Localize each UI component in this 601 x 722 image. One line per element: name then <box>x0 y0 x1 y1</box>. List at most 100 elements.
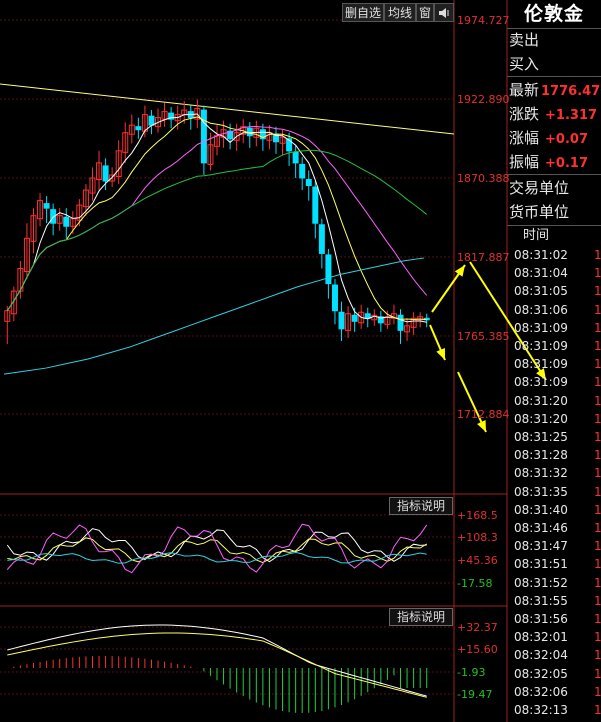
tick-time: 08:31:32 <box>514 466 568 481</box>
kdj-axis-label: +45.36 <box>457 554 498 567</box>
tick-time: 08:32:06 <box>514 684 568 699</box>
tick-price: 17 <box>594 648 601 663</box>
change-value: +1.317 <box>545 108 598 123</box>
macd-axis-label: +32.37 <box>457 621 498 634</box>
tick-price: 17 <box>594 703 601 717</box>
kdj-axis-label: +108.3 <box>457 531 498 544</box>
buy-label: 买入 <box>509 55 540 73</box>
tick-time: 08:32:13 <box>514 703 568 717</box>
tick-time: 08:31:52 <box>514 575 568 590</box>
tick-time: 08:32:05 <box>514 666 568 681</box>
arrow-head <box>454 265 465 277</box>
tick-price: 17 <box>594 448 601 463</box>
tick-time: 08:31:04 <box>514 266 568 281</box>
moving-average-button[interactable]: 均线 <box>384 3 416 22</box>
price-axis-label: 1817.887 <box>457 251 510 264</box>
latest-value: 1776.470 <box>541 84 601 99</box>
macd-indicator-info-button[interactable]: 指标说明 <box>389 608 453 626</box>
tick-price: 17 <box>594 484 601 499</box>
tick-price: 17 <box>594 684 601 699</box>
macd-axis-label: +15.60 <box>457 643 498 656</box>
tick-time: 08:31:55 <box>514 593 568 608</box>
tick-time: 08:31:09 <box>514 320 568 335</box>
tick-time: 08:31:47 <box>514 539 568 554</box>
speaker-icon[interactable] <box>434 3 454 22</box>
currency-unit-label: 货币单位 <box>509 203 570 221</box>
tick-time: 08:31:05 <box>514 284 568 299</box>
candle-body <box>305 178 312 187</box>
price-axis-label: 1922.890 <box>457 93 510 106</box>
tick-time: 08:31:40 <box>514 502 568 517</box>
candle-body <box>397 314 404 331</box>
macd-indicator <box>7 624 428 713</box>
tick-time: 08:31:06 <box>514 302 568 317</box>
change-row: 涨跌 +1.317 <box>509 105 598 123</box>
tick-price: 17 <box>594 466 601 481</box>
tick-time: 08:31:20 <box>514 393 568 408</box>
tick-price: 17 <box>594 320 601 335</box>
tick-time: 08:31:25 <box>514 430 568 444</box>
tick-time: 08:31:56 <box>514 612 568 626</box>
tick-price: 17 <box>594 302 601 317</box>
tick-price: 17 <box>594 666 601 681</box>
candle-body <box>135 126 142 131</box>
candle-body <box>246 127 253 137</box>
candle-body <box>338 311 345 330</box>
tick-price: 17 <box>594 339 601 353</box>
macd-axis-label: -19.47 <box>457 688 493 701</box>
candle-body <box>331 284 338 312</box>
tick-price: 17 <box>594 521 601 535</box>
macd-axis-label: -1.93 <box>457 666 486 679</box>
pct-row: 涨幅 +0.07 <box>509 129 588 147</box>
pct-value: +0.07 <box>545 132 588 147</box>
candle-body <box>148 115 155 126</box>
candle-body <box>200 109 207 164</box>
tick-price: 17 <box>594 411 601 426</box>
macd-dif-line <box>7 624 427 697</box>
kdj-indicator-info-button[interactable]: 指标说明 <box>389 497 453 515</box>
candle-body <box>292 151 299 164</box>
tick-price: 17 <box>594 539 601 554</box>
tick-price: 17 <box>594 248 601 262</box>
tick-time: 08:31:35 <box>514 484 568 499</box>
quote-side-panel: 伦敦金 卖出 买入 最新1776.470 涨跌+1.317 涨幅+0.07 振幅… <box>507 0 601 722</box>
kdj-indicator <box>6 523 428 574</box>
candle-body <box>318 224 325 254</box>
trade-unit-label: 交易单位 <box>509 179 570 197</box>
tick-price: 17 <box>594 266 601 281</box>
amplitude-value: +0.17 <box>545 156 588 171</box>
tick-price: 17 <box>594 575 601 590</box>
sell-label: 卖出 <box>509 31 540 49</box>
tick-time: 08:31:28 <box>514 448 568 463</box>
tick-time: 08:31:02 <box>514 248 568 262</box>
tick-price: 17 <box>594 393 601 408</box>
candle-body <box>325 254 332 285</box>
latest-row: 最新1776.470 <box>509 78 601 102</box>
macd-dea-line <box>7 632 427 698</box>
tick-time: 08:31:09 <box>514 339 568 353</box>
tick-time: 08:31:51 <box>514 557 568 572</box>
tick-price: 17 <box>594 284 601 299</box>
kdj-d-line <box>7 537 427 564</box>
tick-price: 17 <box>594 612 601 626</box>
kdj-axis-label: -17.58 <box>457 577 493 590</box>
tick-price: 17 <box>594 375 601 390</box>
remove-watchlist-button[interactable]: 删自选 <box>342 3 384 22</box>
price-axis-label: 1712.884 <box>457 408 510 421</box>
candle-body <box>102 165 109 182</box>
tick-price: 17 <box>594 430 601 444</box>
tick-time: 08:32:04 <box>514 648 568 663</box>
kdj-axis-label: +168.5 <box>457 509 498 522</box>
tick-time: 08:32:01 <box>514 630 568 645</box>
tick-time: 08:31:46 <box>514 521 568 535</box>
ma40-line <box>6 149 428 312</box>
tick-price: 17 <box>594 630 601 645</box>
price-axis-label: 1974.727 <box>457 14 510 27</box>
candle-body <box>351 314 358 322</box>
window-button[interactable]: 窗 <box>416 3 434 22</box>
tick-time: 08:31:09 <box>514 357 568 372</box>
tick-time: 08:31:09 <box>514 375 568 390</box>
tick-price: 17 <box>594 593 601 608</box>
amplitude-row: 振幅 +0.17 <box>509 153 588 171</box>
tick-time: 08:31:20 <box>514 411 568 426</box>
